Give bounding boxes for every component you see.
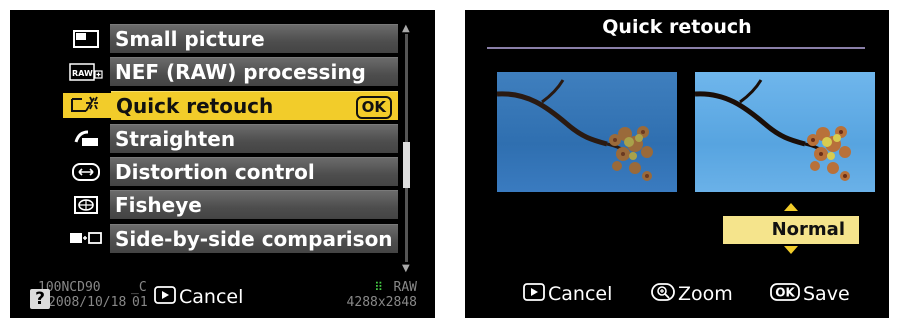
playback-button-icon	[154, 285, 176, 310]
menu-item-straighten[interactable]: Straighten	[58, 123, 398, 153]
quality-grid-icon: ⠿	[374, 280, 383, 294]
image-resolution: 4288x2848	[346, 295, 417, 310]
menu-item-label: NEF (RAW) processing	[110, 57, 398, 87]
page-title: Quick retouch	[602, 16, 752, 38]
retouched-preview-image	[695, 72, 875, 192]
menu-item-quick-retouch[interactable]: Quick retouch OK	[58, 90, 398, 120]
save-button[interactable]: OK Save	[770, 282, 850, 306]
svg-text:OK: OK	[775, 285, 795, 299]
straighten-icon	[68, 126, 104, 151]
small-picture-icon	[68, 26, 104, 51]
side-by-side-icon	[68, 226, 104, 251]
menu-item-side-by-side-comparison[interactable]: Side-by-side comparison	[58, 223, 398, 253]
playback-button-icon	[523, 282, 545, 307]
menu-item-label: Straighten	[110, 123, 398, 153]
image-format: RAW	[393, 280, 417, 295]
menu-item-label: Small picture	[110, 24, 398, 53]
retouch-level-selector[interactable]: Normal	[723, 216, 859, 244]
menu-item-label: Quick retouch OK	[111, 90, 398, 120]
file-suffix-c: _C	[131, 280, 147, 295]
cancel-button[interactable]: Cancel	[523, 282, 612, 306]
menu-item-label: Distortion control	[110, 157, 398, 187]
scroll-thumb[interactable]	[403, 142, 410, 188]
menu-item-distortion-control[interactable]: Distortion control	[58, 157, 398, 187]
ok-badge: OK	[355, 95, 392, 119]
menu-item-label: Fisheye	[110, 190, 398, 220]
quick-retouch-icon	[63, 92, 111, 118]
capture-date: 2008/10/18	[48, 295, 127, 310]
menu-item-small-picture[interactable]: Small picture	[58, 24, 398, 53]
level-down-arrow-icon[interactable]	[784, 246, 798, 254]
menu-item-label: Side-by-side comparison	[110, 223, 398, 253]
level-up-arrow-icon[interactable]	[784, 203, 798, 211]
file-suffix-01: 01	[132, 295, 148, 310]
scroll-down-icon: ▼	[402, 263, 410, 274]
zoom-icon	[651, 282, 675, 307]
fisheye-icon	[68, 192, 104, 217]
original-preview-image	[497, 72, 677, 192]
left-footer: 100NCD90 2008/10/18 ? _C 01 Cancel ⠿ RAW…	[10, 275, 435, 318]
quick-retouch-screen: Quick retouch Normal Cancel Zoom OK Save	[465, 10, 889, 318]
scroll-up-icon: ▲	[402, 23, 410, 34]
svg-text:RAW: RAW	[72, 69, 93, 78]
menu-item-nef-raw-processing[interactable]: RAW NEF (RAW) processing	[58, 57, 398, 87]
zoom-button[interactable]: Zoom	[651, 282, 733, 306]
distortion-control-icon	[68, 159, 104, 184]
cancel-button[interactable]: Cancel	[154, 285, 243, 309]
menu-scrollbar[interactable]: ▲ ▼	[402, 23, 411, 274]
ok-button-icon: OK	[770, 282, 800, 307]
retouch-menu-screen: Small picture RAW NEF (RAW) processing Q…	[10, 10, 435, 318]
raw-processing-icon: RAW	[68, 59, 104, 84]
title-divider	[487, 47, 865, 49]
help-icon[interactable]: ?	[30, 289, 50, 309]
retouch-menu-list: Small picture RAW NEF (RAW) processing Q…	[58, 24, 398, 257]
menu-item-fisheye[interactable]: Fisheye	[58, 190, 398, 220]
